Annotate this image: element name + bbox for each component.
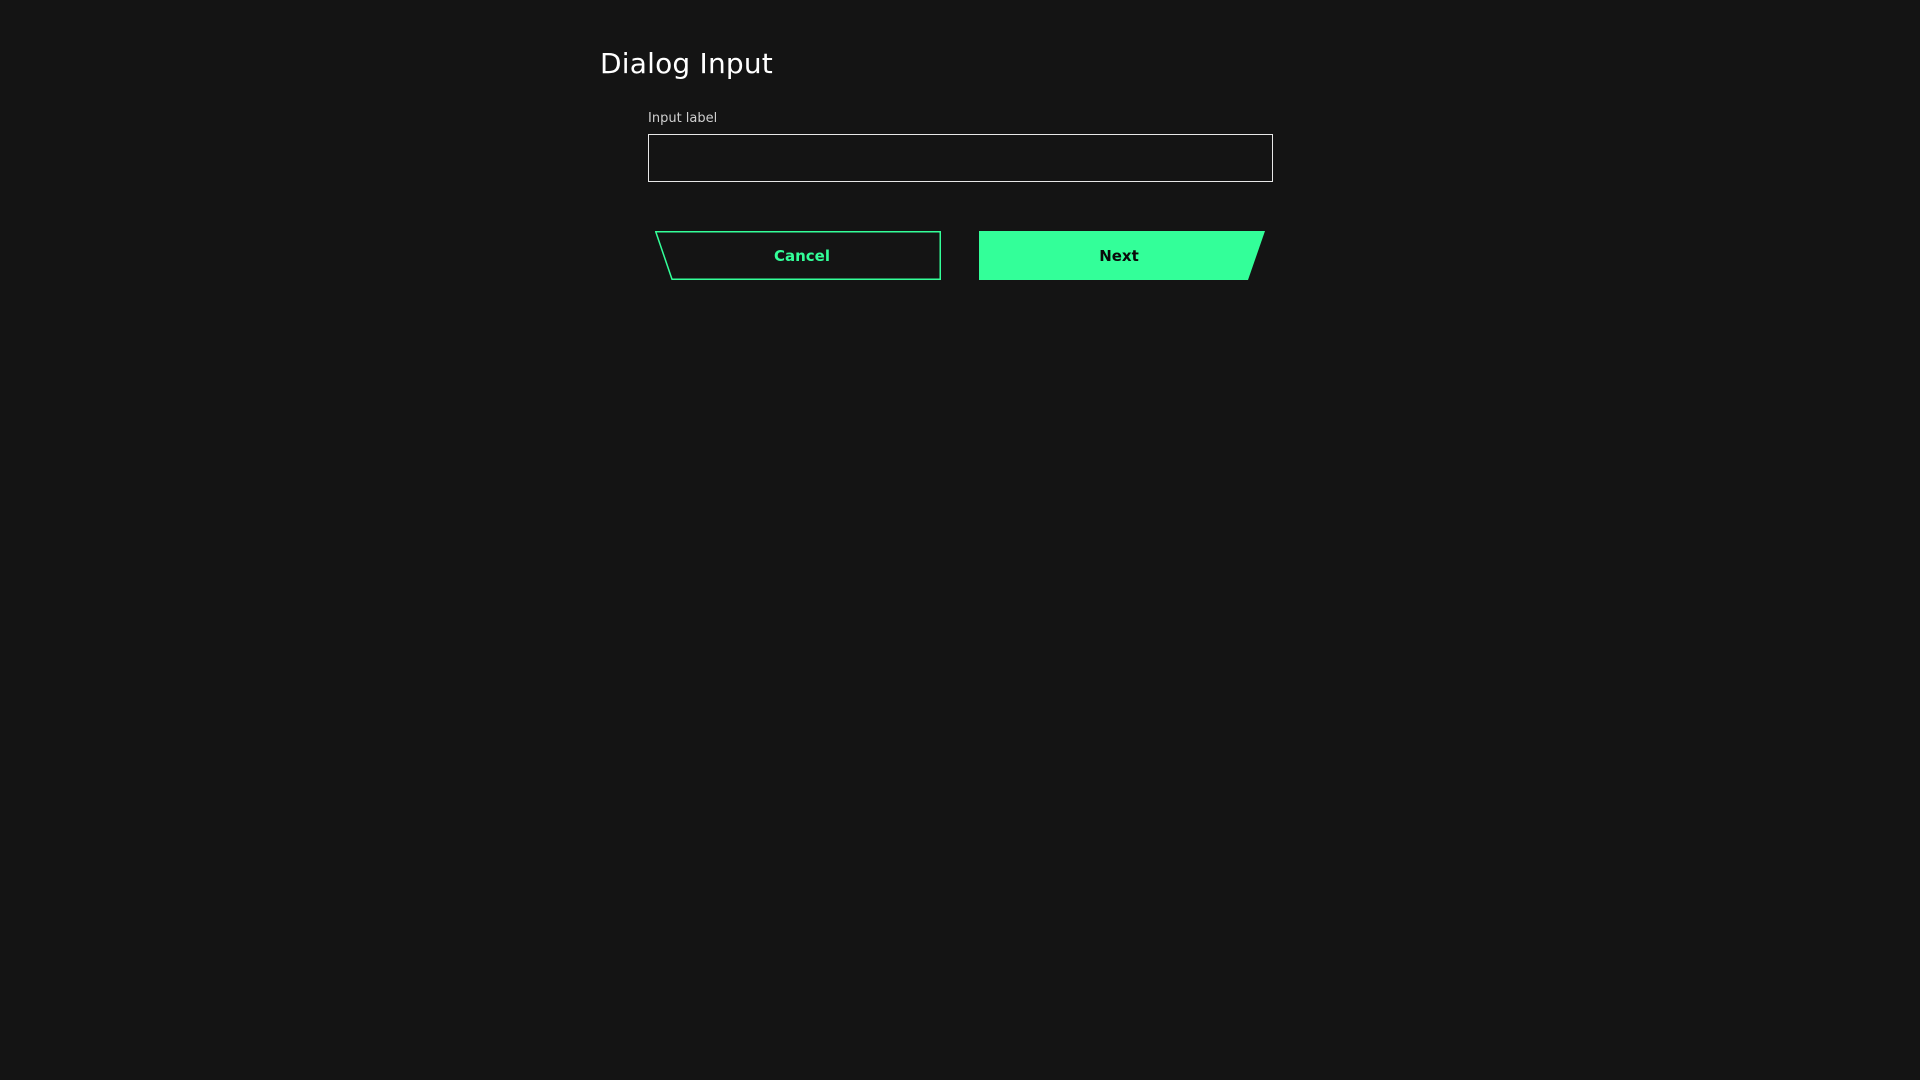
cancel-button[interactable]: Cancel — [655, 231, 941, 281]
dialog-title: Dialog Input — [600, 47, 773, 80]
next-button[interactable]: Next — [979, 231, 1265, 281]
dialog-text-input[interactable] — [648, 134, 1273, 182]
next-button-label: Next — [1099, 247, 1139, 265]
input-label: Input label — [648, 111, 718, 126]
dialog-page: Dialog Input Input label Cancel Next — [0, 0, 1920, 1080]
cancel-button-label: Cancel — [773, 247, 830, 265]
